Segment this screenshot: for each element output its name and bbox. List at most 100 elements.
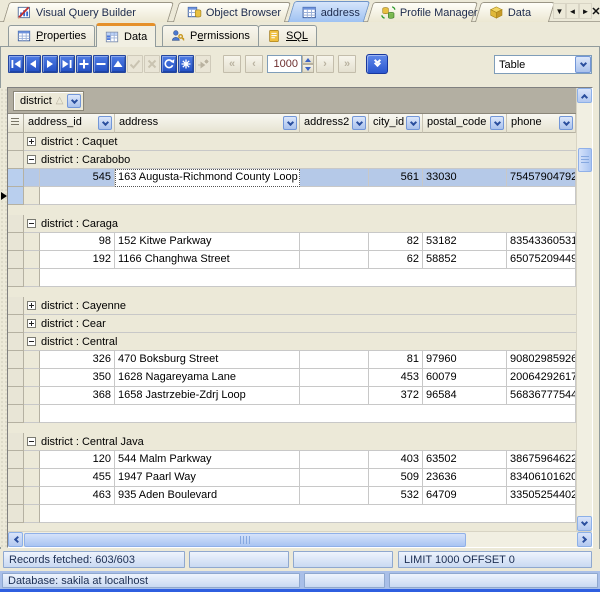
row-selector-cell[interactable]	[8, 297, 24, 315]
cell-address2[interactable]	[300, 251, 369, 269]
cell-address2[interactable]	[300, 487, 369, 505]
row-selector-cell[interactable]	[8, 387, 24, 405]
cell-address_id[interactable]: 545	[40, 169, 115, 187]
collapse-group-icon[interactable]	[27, 337, 36, 346]
cell-postal_code[interactable]: 60079	[423, 369, 507, 387]
cell-postal_code[interactable]: 97960	[423, 351, 507, 369]
row-selector-cell[interactable]	[8, 315, 24, 333]
cell-address_id[interactable]: 326	[40, 351, 115, 369]
row-selector-cell[interactable]	[8, 369, 24, 387]
cell-address2[interactable]	[300, 351, 369, 369]
group-chip-district[interactable]: district △	[13, 91, 85, 111]
collapse-group-icon[interactable]	[27, 155, 36, 164]
row-selector-cell[interactable]	[8, 469, 24, 487]
scroll-up-button[interactable]	[577, 88, 592, 103]
blank-cell[interactable]	[40, 187, 576, 205]
column-header-address[interactable]: address	[115, 114, 300, 133]
column-filter-dropdown-button[interactable]	[98, 116, 112, 130]
cell-phone[interactable]: 834061016202	[507, 469, 576, 487]
last-page-button[interactable]: »	[338, 55, 356, 73]
group-header-cell[interactable]: district : Caquet	[24, 133, 576, 151]
subtab-properties[interactable]: Properties	[8, 25, 96, 46]
cell-address[interactable]: 152 Kitwe Parkway	[115, 233, 300, 251]
scroll-right-button[interactable]	[577, 532, 592, 547]
first-page-button[interactable]: «	[223, 55, 241, 73]
insert-row-button[interactable]	[76, 55, 92, 73]
column-header-address_id[interactable]: address_id	[24, 114, 115, 133]
view-mode-combobox[interactable]: Table	[494, 55, 592, 74]
group-footer-blank-row[interactable]	[8, 187, 576, 205]
save-changes-button[interactable]	[127, 55, 143, 73]
page-size-spinner[interactable]	[302, 55, 314, 73]
row-selector-cell[interactable]	[8, 233, 24, 251]
group-header-cell[interactable]: district : Central Java	[24, 433, 576, 451]
group-header-cell[interactable]: district : Caraga	[24, 215, 576, 233]
scroll-down-button[interactable]	[577, 516, 592, 531]
column-filter-dropdown-button[interactable]	[406, 116, 420, 130]
column-header-phone[interactable]: phone	[507, 114, 576, 133]
go-to-top-button[interactable]	[110, 55, 126, 73]
cell-city_id[interactable]: 453	[369, 369, 423, 387]
row-selector-cell[interactable]	[8, 251, 24, 269]
blank-cell[interactable]	[40, 269, 576, 287]
table-row[interactable]: 4551947 Paarl Way 50923636834061016202	[8, 469, 576, 487]
expand-group-icon[interactable]	[27, 137, 36, 146]
cell-postal_code[interactable]: 58852	[423, 251, 507, 269]
cell-postal_code[interactable]: 64709	[423, 487, 507, 505]
column-header-address2[interactable]: address2	[300, 114, 369, 133]
tab-profile-manager[interactable]: Profile Manager	[366, 2, 479, 22]
row-selector-cell[interactable]	[8, 133, 24, 151]
cell-postal_code[interactable]: 96584	[423, 387, 507, 405]
cell-address_id[interactable]: 463	[40, 487, 115, 505]
scroll-tabs-left-button[interactable]: ◄	[566, 3, 579, 19]
cell-address_id[interactable]: 455	[40, 469, 115, 487]
tab-object-browser[interactable]: Object Browser	[172, 2, 292, 22]
horizontal-scrollbar-thumb[interactable]	[24, 533, 466, 547]
group-header-cell[interactable]: district : Central	[24, 333, 576, 351]
cell-city_id[interactable]: 372	[369, 387, 423, 405]
cell-address2[interactable]	[300, 451, 369, 469]
previous-page-button[interactable]: ‹	[245, 55, 263, 73]
cell-address[interactable]: 1628 Nagareyama Lane	[115, 369, 300, 387]
row-selector-cell[interactable]	[8, 487, 24, 505]
cell-address[interactable]: 1947 Paarl Way	[115, 469, 300, 487]
tab-address[interactable]: address	[287, 1, 371, 22]
combobox-dropdown-button[interactable]	[575, 56, 591, 73]
page-size-input[interactable]	[267, 55, 302, 73]
first-record-button[interactable]	[8, 55, 24, 73]
cell-city_id[interactable]: 509	[369, 469, 423, 487]
row-selector-cell[interactable]	[8, 151, 24, 169]
cell-address2[interactable]	[300, 233, 369, 251]
cell-address_id[interactable]: 120	[40, 451, 115, 469]
row-selector-cell[interactable]	[8, 405, 24, 423]
cell-address2[interactable]	[300, 387, 369, 405]
vertical-scrollbar[interactable]	[576, 88, 592, 531]
vertical-scrollbar-thumb[interactable]	[578, 148, 592, 172]
scroll-left-button[interactable]	[8, 532, 23, 547]
table-row[interactable]: 350 1628 Nagareyama Lane 453 60079 200642926…	[8, 369, 576, 387]
row-selector-cell[interactable]	[8, 187, 24, 205]
group-header-cell[interactable]: district : Cayenne	[24, 297, 576, 315]
delete-row-button[interactable]	[93, 55, 109, 73]
tab-list-dropdown-button[interactable]: ▼	[553, 3, 566, 19]
column-filter-dropdown-button[interactable]	[490, 116, 504, 130]
cell-address_id[interactable]: 98	[40, 233, 115, 251]
cell-address[interactable]: 1658 Jastrzebie-Zdrj Loop	[115, 387, 300, 405]
cell-phone[interactable]: 754579047924	[507, 169, 576, 187]
column-filter-dropdown-button[interactable]	[559, 116, 573, 130]
cell-phone[interactable]: 335052544020	[507, 487, 576, 505]
next-record-button[interactable]	[42, 55, 58, 73]
cell-phone[interactable]: 650752094490	[507, 251, 576, 269]
collapse-group-icon[interactable]	[27, 219, 36, 228]
cell-phone[interactable]: 835433605312	[507, 233, 576, 251]
cell-city_id[interactable]: 532	[369, 487, 423, 505]
spinner-up-button[interactable]	[302, 55, 314, 64]
cell-phone[interactable]: 20064292617	[507, 369, 576, 387]
close-tab-button[interactable]: ✕	[591, 3, 600, 19]
table-row[interactable]: 368 1658 Jastrzebie-Zdrj Loop 372 96584 5683…	[8, 387, 576, 405]
cell-address_id[interactable]: 350	[40, 369, 115, 387]
cell-address2[interactable]	[300, 469, 369, 487]
row-selector-cell[interactable]	[8, 505, 24, 523]
row-selector-cell[interactable]	[8, 333, 24, 351]
subtab-data[interactable]: Data	[96, 23, 157, 47]
